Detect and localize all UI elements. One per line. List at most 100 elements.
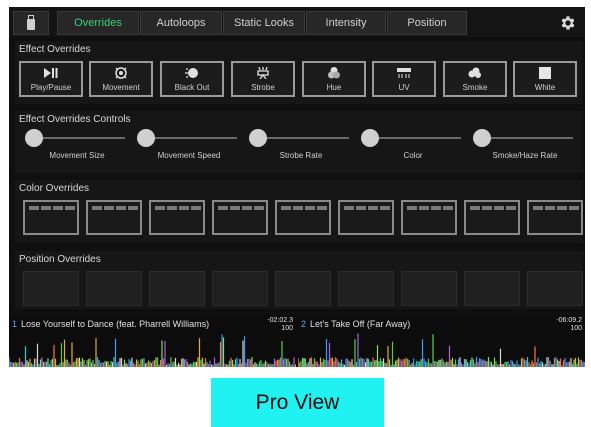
deck-time: -02:02.3 100 xyxy=(267,317,293,333)
usb-drive-icon xyxy=(27,15,35,30)
color-segment xyxy=(470,206,480,210)
play-pause-button[interactable]: Play/Pause xyxy=(19,61,83,97)
color-segment xyxy=(254,206,264,210)
color-segment xyxy=(407,206,417,210)
usb-drive-button[interactable] xyxy=(13,11,49,35)
color-override-slot[interactable] xyxy=(275,200,331,235)
slider-track[interactable] xyxy=(373,137,461,139)
color-segment xyxy=(305,206,315,210)
color-segment xyxy=(293,206,303,210)
position-override-slot[interactable] xyxy=(149,271,205,306)
color-segment xyxy=(569,206,579,210)
deck-1[interactable]: 1 Lose Yourself to Dance (feat. Pharrell… xyxy=(9,315,296,367)
remaining-time: -02:02.3 xyxy=(267,317,293,324)
tab-autoloops[interactable]: Autoloops xyxy=(140,11,222,35)
color-slider[interactable]: Color xyxy=(361,129,465,163)
settings-button[interactable] xyxy=(555,11,581,35)
color-segment xyxy=(344,206,354,210)
section-title: Effect Overrides xyxy=(19,44,91,55)
color-segment xyxy=(218,206,228,210)
position-override-slot[interactable] xyxy=(275,271,331,306)
position-override-slot[interactable] xyxy=(212,271,268,306)
tab-position[interactable]: Position xyxy=(387,11,467,35)
color-segment xyxy=(494,206,504,210)
deck-number: 1 xyxy=(12,319,18,329)
slider-label: Movement Speed xyxy=(157,151,221,160)
slider-label: Smoke/Haze Rate xyxy=(492,151,558,160)
strobe-button[interactable]: Strobe xyxy=(231,61,295,97)
position-override-slot[interactable] xyxy=(401,271,457,306)
color-override-slot[interactable] xyxy=(464,200,520,235)
top-tab-bar: Overrides Autoloops Static Looks Intensi… xyxy=(9,7,585,37)
color-segment xyxy=(431,206,441,210)
track-title: Let's Take Off (Far Away) xyxy=(310,319,411,329)
color-segment xyxy=(557,206,567,210)
position-override-slot[interactable] xyxy=(86,271,142,306)
play-pause-icon xyxy=(44,68,58,78)
smoke-haze-rate-slider[interactable]: Smoke/Haze Rate xyxy=(473,129,577,163)
color-segment xyxy=(368,206,378,210)
movement-speed-slider[interactable]: Movement Speed xyxy=(137,129,241,163)
gear-icon xyxy=(561,16,575,30)
white-button[interactable]: White xyxy=(513,61,577,97)
tab-intensity[interactable]: Intensity xyxy=(306,11,386,35)
color-segment xyxy=(230,206,240,210)
position-override-slot[interactable] xyxy=(23,271,79,306)
pro-view-button[interactable]: Pro View xyxy=(211,378,384,427)
slider-track[interactable] xyxy=(149,137,237,139)
position-override-slot[interactable] xyxy=(338,271,394,306)
color-segment xyxy=(104,206,114,210)
color-segment xyxy=(92,206,102,210)
color-override-slot[interactable] xyxy=(149,200,205,235)
slider-label: Color xyxy=(403,151,423,160)
waveform[interactable] xyxy=(9,333,296,367)
slider-knob[interactable] xyxy=(473,129,491,147)
color-segment xyxy=(419,206,429,210)
color-segment xyxy=(116,206,126,210)
color-override-slot[interactable] xyxy=(338,200,394,235)
deck-time: -06:09.2 100 xyxy=(556,317,582,333)
color-override-slot[interactable] xyxy=(401,200,457,235)
movement-size-slider[interactable]: Movement Size xyxy=(25,129,129,163)
color-override-slot[interactable] xyxy=(23,200,79,235)
slider-label: Movement Size xyxy=(49,151,105,160)
color-segment xyxy=(242,206,252,210)
color-segment xyxy=(356,206,366,210)
color-segment xyxy=(128,206,138,210)
slider-track[interactable] xyxy=(485,137,573,139)
deck-bpm: 100 xyxy=(281,325,293,332)
slider-knob[interactable] xyxy=(137,129,155,147)
movement-button[interactable]: Movement xyxy=(89,61,153,97)
movement-icon xyxy=(115,67,127,79)
color-override-slot[interactable] xyxy=(212,200,268,235)
hue-icon xyxy=(328,67,340,79)
position-overrides-section: Position Overrides xyxy=(15,251,583,309)
position-override-slot[interactable] xyxy=(527,271,583,306)
color-override-slot[interactable] xyxy=(86,200,142,235)
black-out-button[interactable]: Black Out xyxy=(160,61,224,97)
deck-info: 1 Lose Yourself to Dance (feat. Pharrell… xyxy=(9,315,296,333)
deck-bpm: 100 xyxy=(570,325,582,332)
slider-knob[interactable] xyxy=(25,129,43,147)
waveform[interactable] xyxy=(298,333,585,367)
uv-button[interactable]: UV xyxy=(372,61,436,97)
remaining-time: -06:09.2 xyxy=(556,317,582,324)
section-title: Color Overrides xyxy=(19,183,90,194)
lighting-app: Overrides Autoloops Static Looks Intensi… xyxy=(9,7,585,367)
smoke-button[interactable]: Smoke xyxy=(443,61,507,97)
tab-static-looks[interactable]: Static Looks xyxy=(223,11,305,35)
hue-button[interactable]: Hue xyxy=(302,61,366,97)
color-override-slot[interactable] xyxy=(527,200,583,235)
slider-track[interactable] xyxy=(37,137,125,139)
slider-knob[interactable] xyxy=(249,129,267,147)
color-segment xyxy=(482,206,492,210)
tab-overrides[interactable]: Overrides xyxy=(57,11,139,35)
position-override-slot[interactable] xyxy=(464,271,520,306)
slider-knob[interactable] xyxy=(361,129,379,147)
slider-track[interactable] xyxy=(261,137,349,139)
strobe-rate-slider[interactable]: Strobe Rate xyxy=(249,129,353,163)
deck-2[interactable]: 2 Let's Take Off (Far Away) -06:09.2 100 xyxy=(298,315,585,367)
uv-icon xyxy=(397,68,411,78)
color-segment xyxy=(179,206,189,210)
color-segment xyxy=(545,206,555,210)
